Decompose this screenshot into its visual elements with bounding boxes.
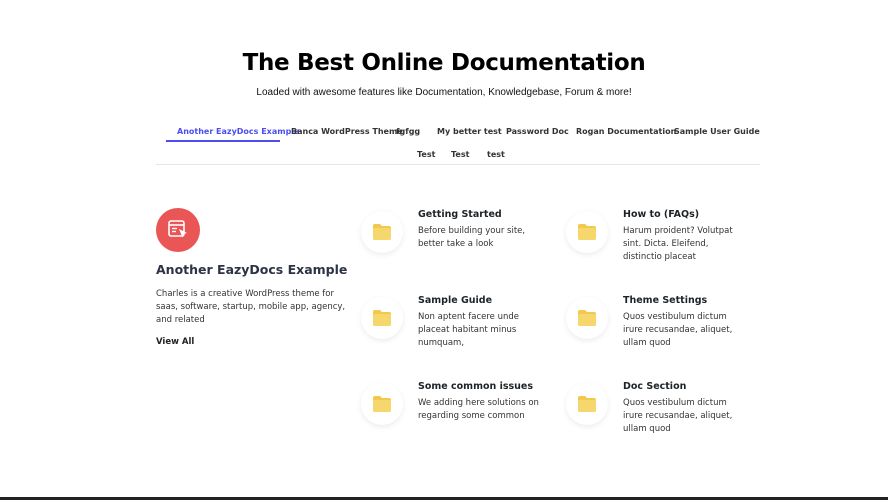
doc-title[interactable]: Sample Guide <box>418 295 492 306</box>
page-title: The Best Online Documentation <box>242 50 646 76</box>
tab-test-2[interactable]: Test <box>451 150 469 166</box>
doc-description: Before building your site, better take a… <box>418 226 526 249</box>
doc-title[interactable]: Theme Settings <box>623 295 707 306</box>
tab-test-3[interactable]: test <box>487 150 505 166</box>
tab-another-eazydocs-example[interactable]: Another EazyDocs Example <box>177 127 299 143</box>
folder-icon <box>566 383 608 425</box>
doc-item-getting-started[interactable]: Getting Started Before building your sit… <box>361 209 541 269</box>
category-title: Another EazyDocs Example <box>156 262 348 277</box>
doc-item-theme-settings[interactable]: Theme Settings Quos vestibulum dictum ir… <box>566 295 746 355</box>
doc-description: Quos vestibulum dictum irure recusandae,… <box>623 398 733 434</box>
folder-icon <box>566 211 608 253</box>
tab-fgfgg[interactable]: fgfgg <box>396 127 420 143</box>
doc-item-sample-guide[interactable]: Sample Guide Non aptent facere unde plac… <box>361 295 541 355</box>
page-subtitle: Loaded with awesome features like Docume… <box>256 87 632 98</box>
view-all-link[interactable]: View All <box>156 337 194 347</box>
folder-icon <box>361 297 403 339</box>
doc-description: Harum proident? Volutpat sint. Dicta. El… <box>623 226 733 262</box>
doc-title[interactable]: Some common issues <box>418 381 533 392</box>
doc-description: We adding here solutions on regarding so… <box>418 398 539 421</box>
folder-icon <box>361 211 403 253</box>
tab-test-1[interactable]: Test <box>417 150 435 166</box>
doc-description: Non aptent facere unde placeat habitant … <box>418 312 519 348</box>
tab-rogan-documentation[interactable]: Rogan Documentation <box>576 127 676 143</box>
doc-title[interactable]: Doc Section <box>623 381 686 392</box>
folder-icon <box>361 383 403 425</box>
doc-cursor-icon <box>156 208 200 252</box>
tab-password-doc[interactable]: Password Doc <box>506 127 569 143</box>
doc-item-doc-section[interactable]: Doc Section Quos vestibulum dictum irure… <box>566 381 746 441</box>
doc-item-how-to-faqs[interactable]: How to (FAQs) Harum proident? Volutpat s… <box>566 209 746 269</box>
doc-description: Quos vestibulum dictum irure recusandae,… <box>623 312 733 348</box>
category-description: Charles is a creative WordPress theme fo… <box>156 289 346 325</box>
folder-icon <box>566 297 608 339</box>
doc-title[interactable]: How to (FAQs) <box>623 209 699 220</box>
category-panel: Another EazyDocs Example Charles is a cr… <box>156 208 356 349</box>
tab-banca-wordpress-theme[interactable]: Banca WordPress Theme <box>291 127 403 143</box>
tab-sample-user-guide[interactable]: Sample User Guide <box>674 127 760 143</box>
doc-title[interactable]: Getting Started <box>418 209 502 220</box>
doc-item-some-common-issues[interactable]: Some common issues We adding here soluti… <box>361 381 541 441</box>
tab-my-better-test[interactable]: My better test <box>437 127 502 143</box>
